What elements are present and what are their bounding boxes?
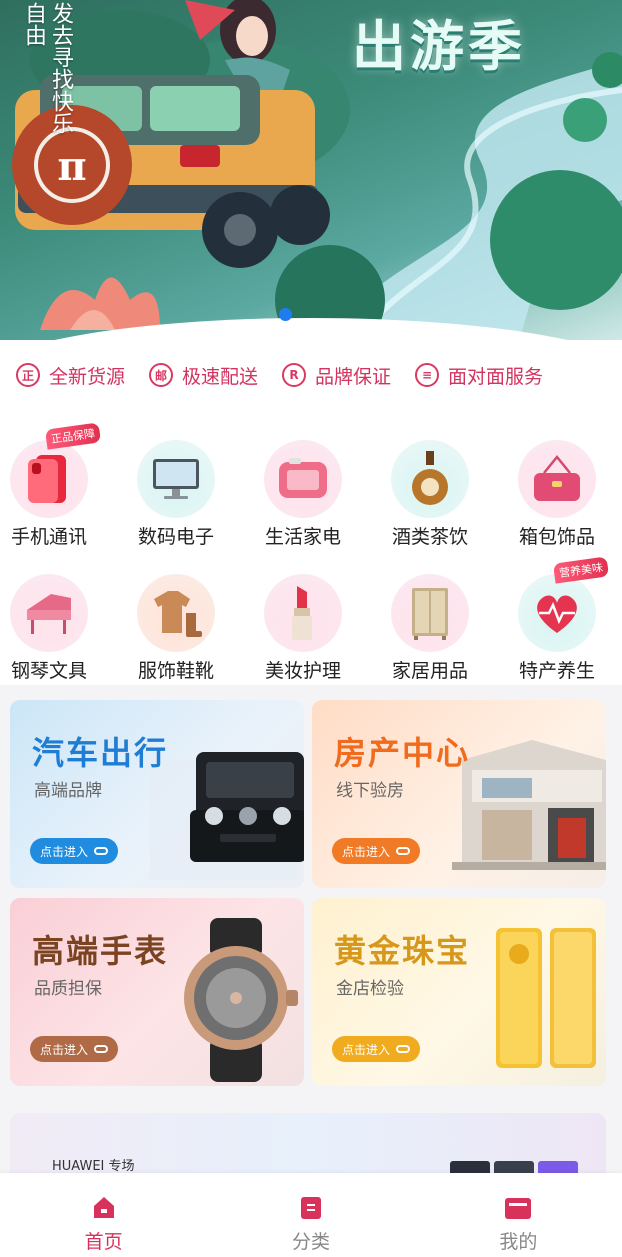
category-label: 酒类茶饮 [391,526,468,548]
face-service-icon: ≡ [415,363,440,387]
toaster-icon [279,458,327,498]
nav-label: 分类 [291,1231,330,1253]
wardrobe-icon [412,588,448,640]
category-label: 服饰鞋靴 [137,660,214,682]
certified-icon: 正 [16,363,40,387]
promo-subtitle: 品质担保 [34,979,102,999]
feature-label: 极速配送 [182,365,259,388]
category-label: 数码电子 [137,526,214,548]
enter-button-label: 点击进入 [40,844,89,859]
category-icon-wrap [264,574,342,652]
enter-button[interactable]: 点击进入 [30,838,119,864]
feature-label: 全新货源 [49,365,126,388]
nav-label: 首页 [84,1231,123,1253]
promo-subtitle: 线下验房 [336,781,404,801]
carousel-indicator[interactable] [279,308,292,321]
liquor-bottle-icon [412,451,448,505]
nav-category[interactable]: 分类 [207,1173,414,1257]
category-icon-wrap [518,440,596,518]
category-item-specialty[interactable]: 营养美味 特产养生 [507,556,610,683]
category-icon-wrap [391,574,469,652]
feature-item: 邮 极速配送 [149,362,258,389]
enter-button[interactable]: 点击进入 [332,838,421,864]
promo-subtitle: 金店检验 [336,979,404,999]
category-item-phone[interactable]: 正品保障 手机通讯 [0,422,102,549]
promo-card-gold[interactable]: 黄金珠宝 金店检验 点击进入 [312,898,606,1086]
promo-title: 黄金珠宝 [334,932,471,970]
category-label: 生活家电 [264,526,341,548]
heart-icon [537,595,577,633]
pi-logo-icon: π [57,143,86,190]
huawei-label: HUAWEI 专场 [52,1159,135,1174]
link-icon [94,847,109,855]
link-icon [94,1045,109,1053]
enter-button[interactable]: 点击进入 [332,1036,421,1062]
promo-title: 高端手表 [32,932,169,970]
link-icon [396,1045,411,1053]
enter-button[interactable]: 点击进入 [30,1036,119,1062]
lipstick-icon [292,586,312,640]
category-label: 家居用品 [391,660,468,682]
promo-title: 汽车出行 [32,734,169,772]
category-icon-wrap [264,440,342,518]
category-icon-wrap [137,440,215,518]
home-icon [93,1197,114,1218]
nav-mine[interactable]: 我的 [415,1173,622,1257]
banner-title: 出游季 [352,15,526,78]
promo-title: 房产中心 [334,734,471,772]
promo-subtitle: 高端品牌 [34,781,102,801]
category-item-beauty[interactable]: 美妆护理 [253,574,353,683]
enter-button-label: 点击进入 [342,1042,391,1057]
category-label: 钢琴文具 [10,660,87,682]
category-icon [300,1197,321,1219]
wallet-icon [505,1198,532,1219]
bottom-nav: 首页 分类 我的 [0,1173,622,1257]
category-item-digital[interactable]: 数码电子 [126,440,226,549]
category-icon-wrap [137,574,215,652]
piano-icon [27,594,71,634]
feature-item: 正 全新货源 [16,362,125,389]
nav-home[interactable]: 首页 [0,1173,207,1257]
feature-item: ≡ 面对面服务 [415,362,543,389]
sweater-boots-icon [154,591,202,637]
banner-side-text: 发去寻找快乐自由 [21,2,73,134]
feature-label: 面对面服务 [448,365,544,388]
category-badge: 营养美味 [552,556,610,584]
category-grid: 正品保障 手机通讯 数码电子 生活家电 酒类茶饮 箱包饰品 钢琴文具 服饰鞋靴 … [0,410,622,685]
category-label: 特产养生 [518,660,595,682]
registered-icon: R [282,363,307,387]
feature-item: R 品牌保证 [282,362,391,389]
phone-icon [28,455,66,503]
promo-card-house[interactable]: 房产中心 线下验房 点击进入 [312,700,606,888]
post-icon: 邮 [149,363,174,387]
category-item-fashion[interactable]: 服饰鞋靴 [126,574,226,683]
enter-button-label: 点击进入 [40,1042,89,1057]
category-label: 手机通讯 [10,526,87,548]
category-icon-wrap: 营养美味 [518,556,610,652]
promo-card-watch[interactable]: 高端手表 品质担保 点击进入 [10,898,304,1086]
category-label: 美妆护理 [264,660,341,682]
link-icon [396,847,411,855]
promo-card-car[interactable]: 汽车出行 高端品牌 点击进入 [10,700,304,888]
category-item-appliance[interactable]: 生活家电 [253,440,353,549]
category-icon-wrap [391,440,469,518]
category-badge: 正品保障 [44,422,102,450]
category-item-bags[interactable]: 箱包饰品 [507,440,607,549]
feature-label: 品牌保证 [315,365,392,388]
category-item-liquor[interactable]: 酒类茶饮 [380,440,480,549]
category-icon-wrap [10,574,88,652]
category-item-home[interactable]: 家居用品 [380,574,480,683]
handbag-icon [534,455,580,501]
category-icon-wrap: 正品保障 [10,422,102,518]
hero-banner[interactable]: π 发去寻找快乐自由 出游季 [0,0,622,340]
monitor-icon [153,459,199,499]
features-bar: 正 全新货源 邮 极速配送 R 品牌保证 ≡ 面对面服务 [0,340,622,410]
category-item-piano[interactable]: 钢琴文具 [0,574,99,683]
category-label: 箱包饰品 [518,526,595,548]
banner-illustration: π [12,0,622,340]
enter-button-label: 点击进入 [342,844,391,859]
nav-label: 我的 [499,1231,538,1253]
